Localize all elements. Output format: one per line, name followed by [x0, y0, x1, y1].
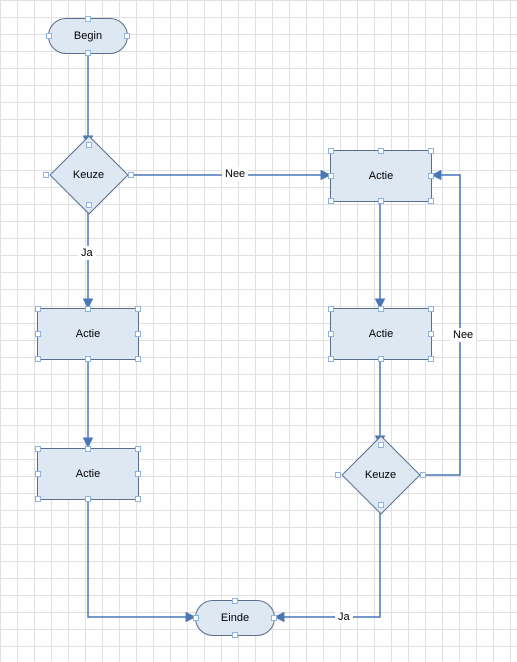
edge-label-nee-1: Nee	[222, 167, 248, 181]
node-actieR1[interactable]: Actie	[330, 150, 432, 202]
node-actieL2[interactable]: Actie	[37, 448, 139, 500]
edge-label-nee-2: Nee	[450, 328, 476, 342]
node-einde[interactable]: Einde	[195, 600, 275, 636]
node-actieR1-label: Actie	[369, 170, 393, 182]
node-actieR2-label: Actie	[369, 328, 393, 340]
node-keuze1[interactable]: Keuze	[46, 145, 131, 205]
node-actieL1[interactable]: Actie	[37, 308, 139, 360]
node-keuze1-label: Keuze	[73, 169, 104, 181]
edge-actieL2-einde	[88, 500, 195, 617]
node-actieL2-label: Actie	[76, 468, 100, 480]
edge-label-ja-1: Ja	[78, 246, 96, 260]
node-actieL1-label: Actie	[76, 328, 100, 340]
flowchart-canvas: Begin Keuze Actie Actie Actie Actie Keuz…	[0, 0, 517, 662]
node-begin-label: Begin	[74, 30, 102, 42]
node-einde-label: Einde	[221, 612, 249, 624]
node-keuze2-label: Keuze	[365, 469, 396, 481]
node-begin[interactable]: Begin	[48, 18, 128, 54]
node-keuze2[interactable]: Keuze	[338, 445, 423, 505]
node-actieR2[interactable]: Actie	[330, 308, 432, 360]
edge-keuze2-einde	[275, 505, 380, 617]
edge-label-ja-2: Ja	[335, 610, 353, 624]
